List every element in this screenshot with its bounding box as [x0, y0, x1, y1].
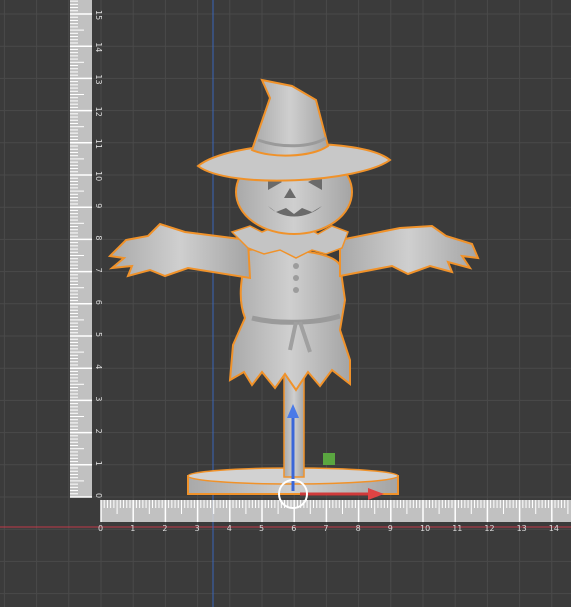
model-left-arm[interactable] [107, 222, 252, 280]
model-right-arm[interactable] [339, 224, 480, 278]
shirt-buttons [293, 263, 299, 293]
scarecrow-model[interactable] [0, 0, 571, 607]
hat-cone[interactable] [250, 78, 330, 157]
3d-viewport[interactable]: 0 1 2 3 4 5 6 7 8 9 10 11 12 13 14 15 0 1 2 3 4 5 6 7 8 9 10 11 12 13… [0, 0, 571, 607]
